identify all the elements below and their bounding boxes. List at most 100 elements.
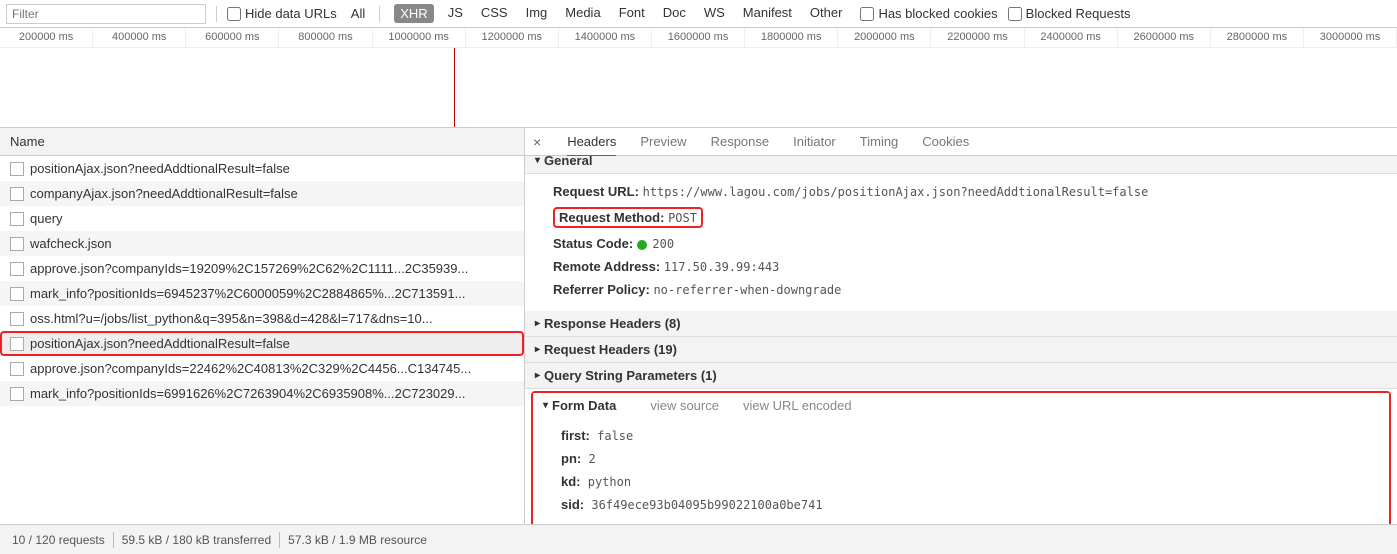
filter-css[interactable]: CSS [477, 4, 512, 23]
section-request-headers[interactable]: Request Headers (19) [525, 337, 1397, 363]
hide-data-urls-checkbox[interactable]: Hide data URLs [227, 6, 337, 21]
timeline-tick: 200000 ms [0, 28, 93, 47]
table-row[interactable]: mark_info?positionIds=6945237%2C6000059%… [0, 281, 524, 306]
section-general[interactable]: General [525, 156, 1397, 174]
table-row[interactable]: approve.json?companyIds=19209%2C157269%2… [0, 256, 524, 281]
status-dot-icon [637, 240, 647, 250]
blocked-requests-checkbox[interactable]: Blocked Requests [1008, 6, 1131, 21]
file-icon [10, 212, 24, 226]
file-icon [10, 237, 24, 251]
filter-all[interactable]: All [347, 5, 369, 22]
request-name: positionAjax.json?needAddtionalResult=fa… [30, 161, 290, 176]
referrer-policy-row: Referrer Policy: no-referrer-when-downgr… [543, 278, 1397, 301]
tab-cookies[interactable]: Cookies [922, 128, 969, 156]
detail-panel: × Headers Preview Response Initiator Timing C… [525, 128, 1397, 524]
timeline-tick: 2800000 ms [1211, 28, 1304, 47]
table-row[interactable]: oss.html?u=/jobs/list_python&q=395&n=398… [0, 306, 524, 331]
form-data-key: pn: [561, 451, 581, 466]
response-headers-label: Response Headers (8) [544, 316, 681, 331]
timeline-tick: 2000000 ms [838, 28, 931, 47]
tab-headers[interactable]: Headers [567, 128, 616, 157]
form-data-key: kd: [561, 474, 581, 489]
filter-input[interactable] [6, 4, 206, 24]
blocked-requests-input[interactable] [1008, 7, 1022, 21]
table-row[interactable]: companyAjax.json?needAddtionalResult=fal… [0, 181, 524, 206]
type-filters: All XHR JS CSS Img Media Font Doc WS Manifest Oth… [347, 3, 851, 24]
tab-response[interactable]: Response [711, 128, 770, 156]
view-url-encoded-link[interactable]: view URL encoded [743, 398, 852, 413]
file-icon [10, 312, 24, 326]
tab-initiator[interactable]: Initiator [793, 128, 836, 156]
request-name: wafcheck.json [30, 236, 112, 251]
status-bar: 10 / 120 requests 59.5 kB / 180 kB trans… [0, 524, 1397, 554]
filter-other[interactable]: Other [806, 4, 847, 23]
request-name: mark_info?positionIds=6991626%2C7263904%… [30, 386, 465, 401]
filter-img[interactable]: Img [522, 4, 552, 23]
timeline-ticks: 200000 ms400000 ms600000 ms800000 ms1000… [0, 28, 1397, 48]
section-query-string[interactable]: Query String Parameters (1) [525, 363, 1397, 389]
request-method-label: Request Method: [559, 210, 664, 225]
separator [113, 532, 114, 548]
filter-ws[interactable]: WS [700, 4, 729, 23]
general-body: Request URL: https://www.lagou.com/jobs/… [525, 174, 1397, 311]
table-row[interactable]: mark_info?positionIds=6991626%2C7263904%… [0, 381, 524, 406]
filter-font[interactable]: Font [615, 4, 649, 23]
view-source-link[interactable]: view source [650, 398, 719, 413]
form-data-section: Form Data view source view URL encoded f… [531, 391, 1391, 524]
query-string-label: Query String Parameters (1) [544, 368, 717, 383]
has-blocked-cookies-checkbox[interactable]: Has blocked cookies [860, 6, 997, 21]
detail-body: General Request URL: https://www.lagou.c… [525, 156, 1397, 524]
form-data-key: sid: [561, 497, 584, 512]
timeline-tick: 2200000 ms [931, 28, 1024, 47]
request-headers-label: Request Headers (19) [544, 342, 677, 357]
form-data-field: pn: 2 [551, 447, 1389, 470]
file-icon [10, 162, 24, 176]
file-icon [10, 387, 24, 401]
tab-preview[interactable]: Preview [640, 128, 686, 156]
table-row[interactable]: approve.json?companyIds=22462%2C40813%2C… [0, 356, 524, 381]
separator [279, 532, 280, 548]
separator [379, 6, 380, 22]
request-name: approve.json?companyIds=19209%2C157269%2… [30, 261, 468, 276]
hide-data-urls-input[interactable] [227, 7, 241, 21]
network-toolbar: Hide data URLs All XHR JS CSS Img Media Font D… [0, 0, 1397, 28]
filter-xhr[interactable]: XHR [394, 4, 433, 23]
close-icon[interactable]: × [531, 134, 543, 150]
filter-doc[interactable]: Doc [659, 4, 690, 23]
status-requests: 10 / 120 requests [12, 533, 105, 547]
form-data-value: false [590, 429, 633, 443]
status-resources: 57.3 kB / 1.9 MB resource [288, 533, 427, 547]
detail-tabs: × Headers Preview Response Initiator Timing C… [525, 128, 1397, 156]
request-list-header[interactable]: Name [0, 128, 524, 156]
table-row[interactable]: query [0, 206, 524, 231]
file-icon [10, 262, 24, 276]
referrer-policy-label: Referrer Policy: [553, 282, 650, 297]
timeline-tick: 1200000 ms [466, 28, 559, 47]
request-name: approve.json?companyIds=22462%2C40813%2C… [30, 361, 471, 376]
form-data-header[interactable]: Form Data view source view URL encoded [533, 393, 1389, 418]
has-blocked-cookies-label: Has blocked cookies [878, 6, 997, 21]
table-row[interactable]: wafcheck.json [0, 231, 524, 256]
timeline-overview[interactable]: 200000 ms400000 ms600000 ms800000 ms1000… [0, 28, 1397, 128]
filter-manifest[interactable]: Manifest [739, 4, 796, 23]
form-data-body: first: falsepn: 2kd: pythonsid: 36f49ece… [533, 418, 1389, 524]
timeline-tick: 600000 ms [186, 28, 279, 47]
request-name: companyAjax.json?needAddtionalResult=fal… [30, 186, 298, 201]
referrer-policy-value: no-referrer-when-downgrade [653, 283, 841, 297]
filter-js[interactable]: JS [444, 4, 467, 23]
tab-timing[interactable]: Timing [860, 128, 899, 156]
filter-media[interactable]: Media [561, 4, 604, 23]
form-data-field: first: false [551, 424, 1389, 447]
timeline-marker [454, 48, 455, 127]
request-name: positionAjax.json?needAddtionalResult=fa… [30, 336, 290, 351]
status-code-value: 200 [652, 237, 674, 251]
table-row[interactable]: positionAjax.json?needAddtionalResult=fa… [0, 156, 524, 181]
has-blocked-cookies-input[interactable] [860, 7, 874, 21]
table-row[interactable]: positionAjax.json?needAddtionalResult=fa… [0, 331, 524, 356]
request-method-row: Request Method: POST [543, 203, 1397, 232]
status-code-row: Status Code: 200 [543, 232, 1397, 255]
file-icon [10, 287, 24, 301]
section-response-headers[interactable]: Response Headers (8) [525, 311, 1397, 337]
request-list: positionAjax.json?needAddtionalResult=fa… [0, 156, 524, 524]
form-data-key: first: [561, 428, 590, 443]
